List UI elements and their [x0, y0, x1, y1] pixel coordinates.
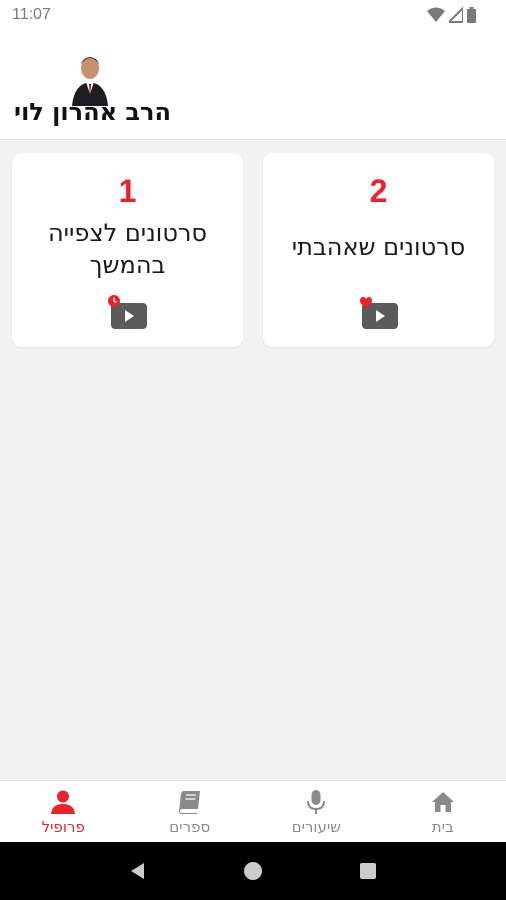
- home-circle-icon: [243, 862, 262, 880]
- home-button[interactable]: [233, 851, 273, 891]
- liked-videos-count: 2: [369, 173, 388, 209]
- watch-later-label: סרטונים לצפייה בהמשך: [47, 219, 208, 279]
- status-time: 11:07: [12, 6, 51, 23]
- book-icon: [178, 790, 200, 814]
- watch-later-count: 1: [118, 173, 137, 209]
- nav-profile[interactable]: פרופיל: [0, 781, 127, 842]
- back-button[interactable]: [118, 851, 158, 891]
- watch-later-card[interactable]: 1 סרטונים לצפייה בהמשך: [12, 153, 243, 347]
- collections-grid: 2 סרטונים שאהבתי 1 סרטונים לצפייה בהמשך: [12, 153, 494, 347]
- home-icon: [431, 791, 454, 812]
- video-heart-icon: [359, 297, 398, 329]
- status-bar: 11:07: [0, 0, 506, 32]
- nav-home[interactable]: בית: [380, 781, 506, 842]
- nav-books-label: ספרים: [169, 817, 211, 836]
- page-title: הרב אהרון לוי: [14, 98, 171, 126]
- recents-button[interactable]: [348, 851, 388, 891]
- nav-books[interactable]: ספרים: [127, 781, 254, 842]
- back-triangle-icon: [130, 863, 144, 879]
- status-icons: [427, 7, 476, 23]
- system-nav-bar: [0, 842, 506, 900]
- nav-profile-label: פרופיל: [41, 817, 85, 836]
- liked-videos-card[interactable]: 2 סרטונים שאהבתי: [263, 153, 494, 347]
- app-header: הרב אהרון לוי: [0, 32, 506, 140]
- recents-square-icon: [360, 863, 377, 879]
- person-icon: [51, 790, 76, 814]
- signal-icon: [449, 7, 463, 23]
- wifi-icon: [427, 7, 445, 22]
- nav-home-label: בית: [431, 817, 454, 836]
- nav-lessons[interactable]: שיעורים: [253, 781, 380, 842]
- battery-icon: [467, 7, 476, 23]
- liked-videos-label: סרטונים שאהבתי: [291, 233, 466, 261]
- bottom-nav: בית שיעורים ספרים פרופיל: [0, 780, 506, 842]
- microphone-icon: [307, 789, 326, 814]
- nav-lessons-label: שיעורים: [291, 817, 341, 836]
- video-clock-icon: [107, 295, 147, 329]
